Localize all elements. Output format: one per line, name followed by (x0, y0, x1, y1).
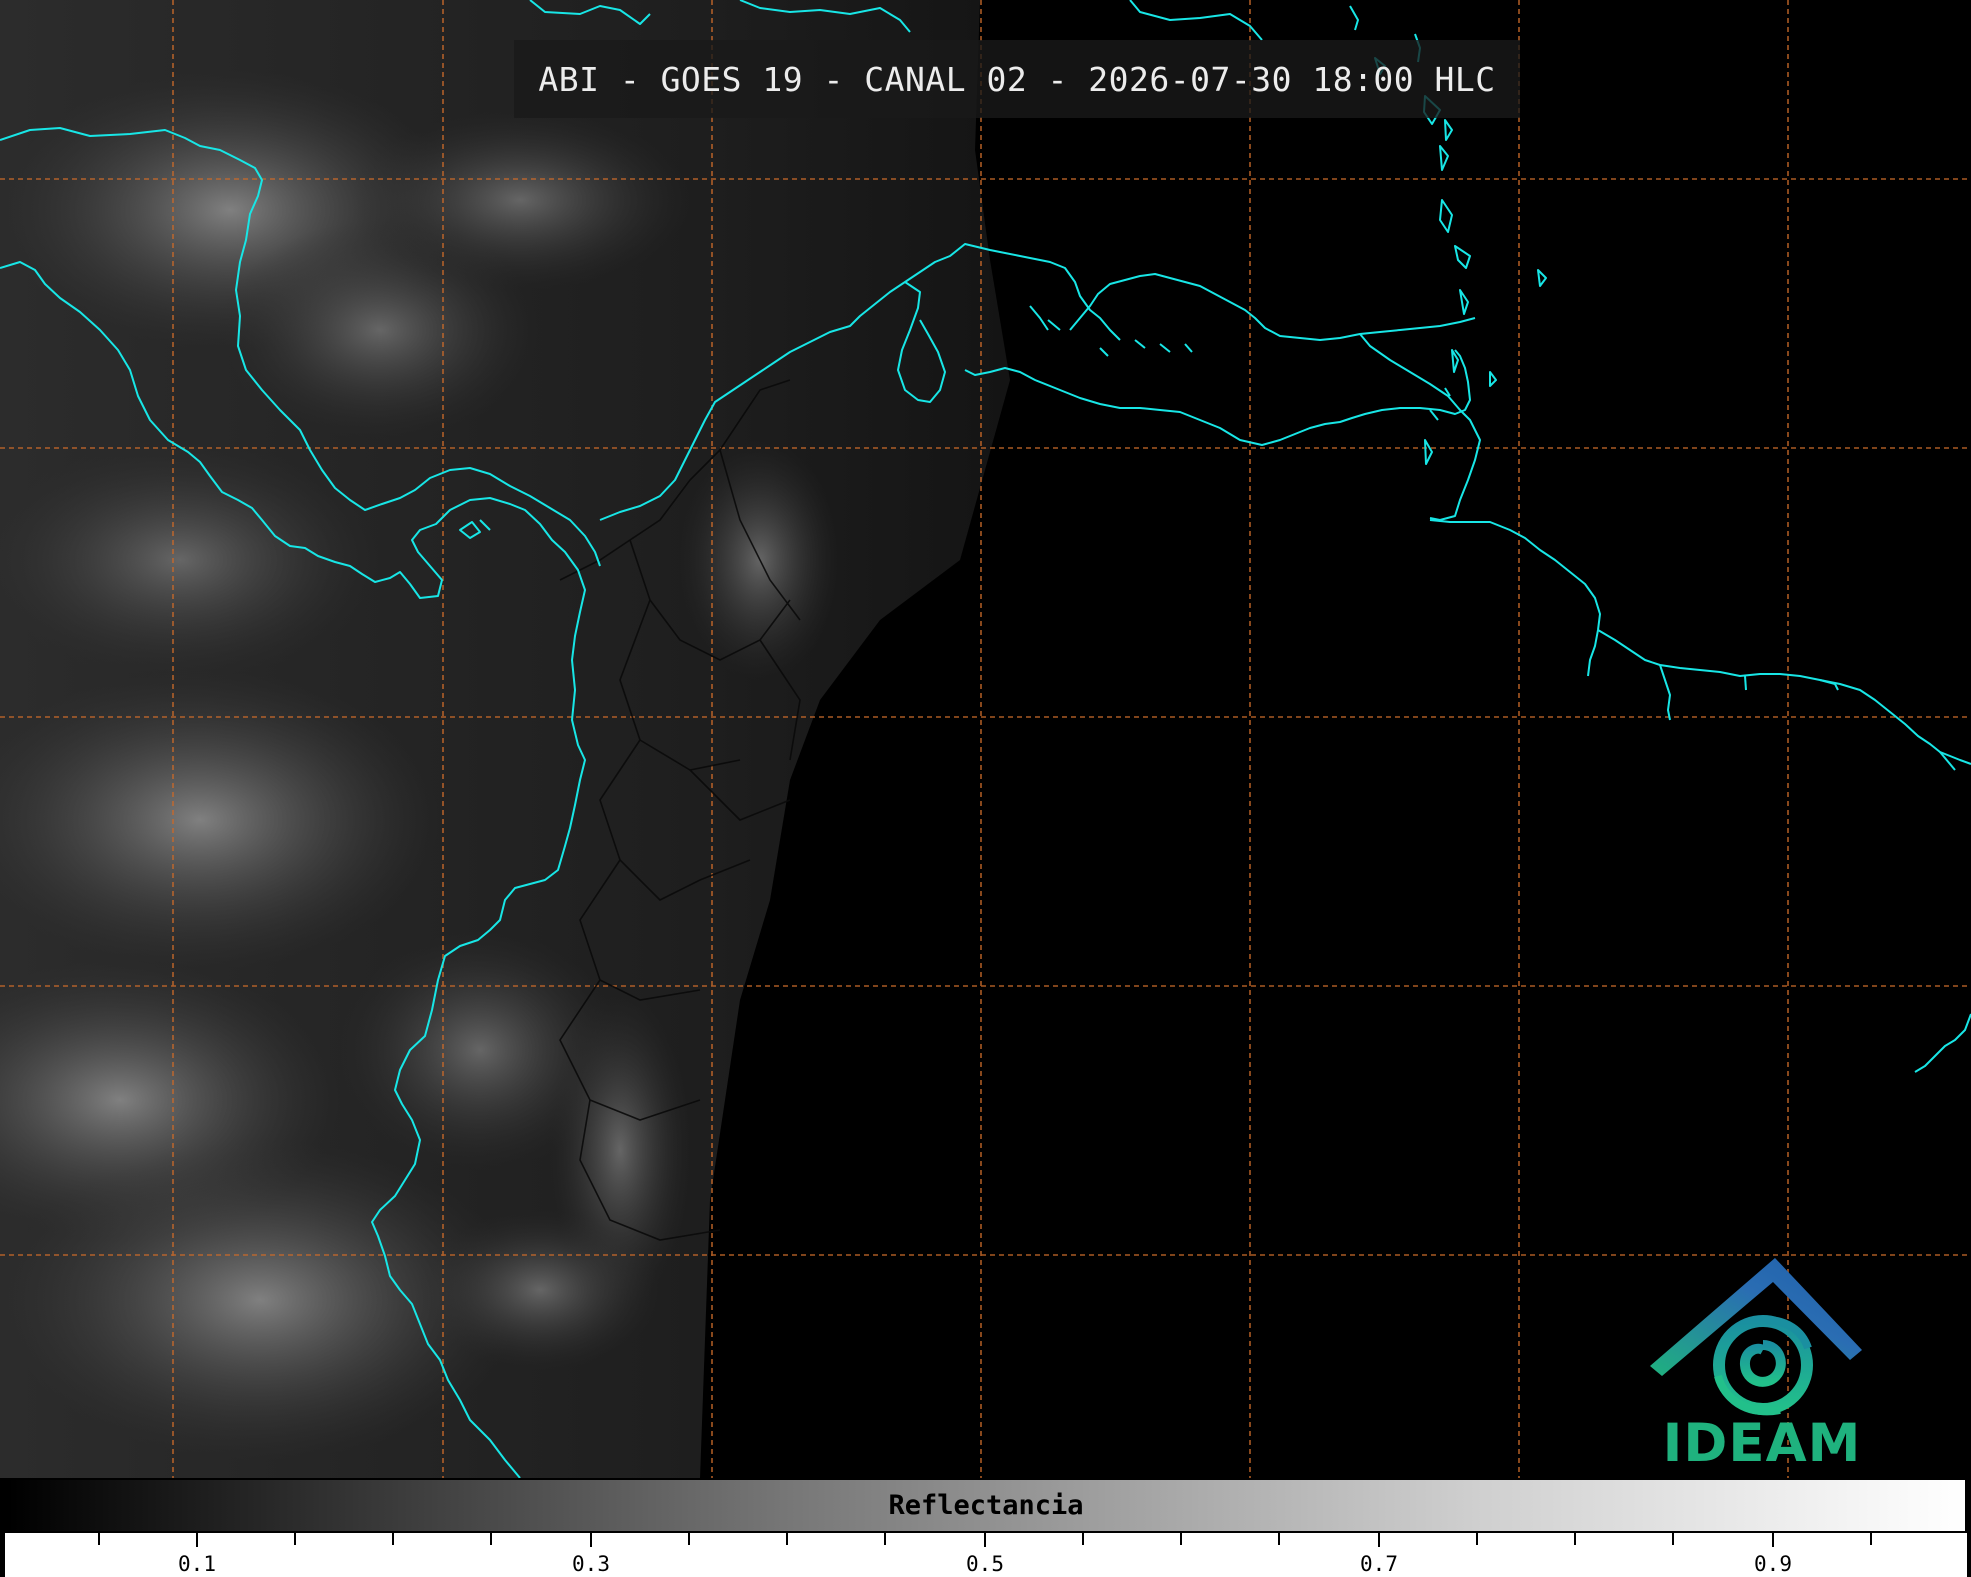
colorbar-minor-tick (1082, 1533, 1084, 1545)
colorbar-axis: 0.1 0.3 0.5 0.7 0.9 (5, 1533, 1967, 1577)
colorbar-tick-label: 0.7 (1360, 1552, 1398, 1576)
colorbar-minor-tick (98, 1533, 100, 1545)
colorbar-minor-tick (884, 1533, 886, 1545)
colorbar-minor-tick (1574, 1533, 1576, 1545)
colorbar-major-tick (590, 1533, 592, 1547)
colorbar-minor-tick (1476, 1533, 1478, 1545)
colorbar-label: Reflectancia (888, 1490, 1084, 1521)
colorbar-minor-tick (294, 1533, 296, 1545)
title-box: ABI - GOES 19 - CANAL 02 - 2026-07-30 18… (514, 40, 1520, 118)
colorbar-minor-tick (1180, 1533, 1182, 1545)
colorbar-tick-label: 0.5 (966, 1552, 1004, 1576)
colorbar-major-tick (1378, 1533, 1380, 1547)
title-text: ABI - GOES 19 - CANAL 02 - 2026-07-30 18… (538, 59, 1496, 99)
colorbar-minor-tick (1870, 1533, 1872, 1545)
colorbar-minor-tick (1278, 1533, 1280, 1545)
colorbar-tick-label: 0.9 (1754, 1552, 1792, 1576)
colorbar: Reflectancia (5, 1478, 1967, 1533)
colorbar-minor-tick (392, 1533, 394, 1545)
colorbar-minor-tick (688, 1533, 690, 1545)
colorbar-minor-tick (1672, 1533, 1674, 1545)
colorbar-major-tick (984, 1533, 986, 1547)
colorbar-major-tick (196, 1533, 198, 1547)
colorbar-tick-label: 0.1 (178, 1552, 216, 1576)
ideam-logo-text: IDEAM (1662, 1413, 1862, 1474)
colorbar-major-tick (1772, 1533, 1774, 1547)
colorbar-minor-tick (490, 1533, 492, 1545)
colorbar-minor-tick (786, 1533, 788, 1545)
colorbar-tick-label: 0.3 (572, 1552, 610, 1576)
